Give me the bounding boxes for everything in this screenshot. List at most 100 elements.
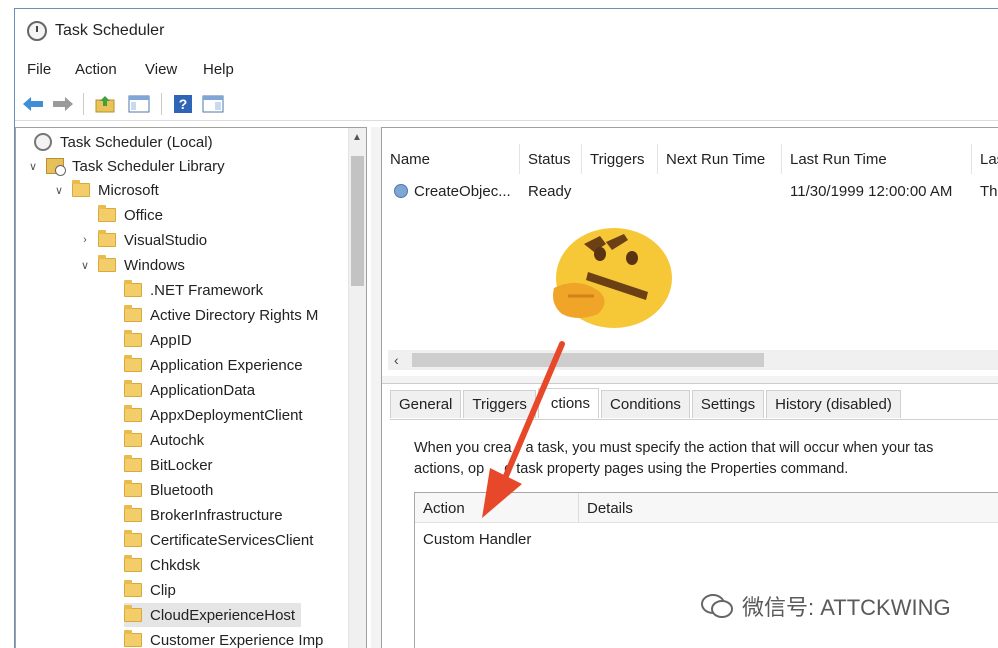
library-icon: [46, 158, 66, 176]
tree-item-visualstudio[interactable]: › VisualStudio: [78, 228, 207, 252]
tree-item-label: BitLocker: [150, 456, 213, 474]
tree-item-chkdsk[interactable]: Chkdsk: [124, 553, 200, 577]
forward-arrow-icon[interactable]: [51, 93, 75, 115]
tree-item-label: Office: [124, 206, 163, 224]
tree-item-bluetooth[interactable]: Bluetooth: [124, 478, 213, 502]
title-bar: Task Scheduler: [15, 9, 998, 55]
clock-icon: [34, 133, 52, 151]
task-last-run: 11/30/1999 12:00:00 AM: [790, 182, 953, 200]
tab-general[interactable]: General: [390, 390, 462, 418]
menu-view[interactable]: View: [145, 61, 177, 78]
tree-item-office[interactable]: Office: [78, 203, 163, 227]
chevron-right-icon[interactable]: ›: [78, 234, 92, 246]
tree-item-label: Active Directory Rights M: [150, 306, 319, 324]
tree-item-task-scheduler-library[interactable]: ∨ Task Scheduler Library: [26, 154, 225, 178]
scroll-up-icon[interactable]: ▲: [352, 132, 362, 143]
column-details[interactable]: Details: [579, 493, 998, 523]
tab-settings[interactable]: Settings: [691, 390, 765, 418]
tree-item-label: CloudExperienceHost: [150, 606, 296, 624]
task-name: CreateObjec...: [414, 182, 511, 200]
tree-item-clip[interactable]: Clip: [124, 578, 176, 602]
chevron-down-icon[interactable]: ∨: [78, 259, 92, 272]
tree-item-appid[interactable]: AppID: [124, 328, 192, 352]
task-icon: [394, 184, 408, 198]
scrollbar-thumb[interactable]: [351, 156, 364, 286]
folder-icon: [124, 630, 142, 647]
tree-item-microsoft[interactable]: ∨ Microsoft: [52, 178, 159, 202]
tree-item-label: Task Scheduler Library: [72, 157, 225, 175]
folder-icon: [124, 430, 142, 447]
tree-item-net-framework[interactable]: .NET Framework: [124, 278, 263, 302]
tree-item-label: Autochk: [150, 431, 205, 449]
tree-item-label: CertificateServicesClient: [150, 531, 314, 549]
tree-item-windows[interactable]: ∨ Windows: [78, 253, 185, 277]
folder-icon: [98, 255, 116, 272]
console-tree[interactable]: Task Scheduler (Local) ∨ Task Scheduler …: [15, 127, 367, 648]
column-status[interactable]: Status: [520, 144, 582, 174]
tree-item-active-directory-rights[interactable]: Active Directory Rights M: [124, 303, 318, 327]
tree-item-label: Microsoft: [98, 181, 159, 199]
folder-icon: [124, 280, 142, 297]
folder-up-icon[interactable]: [93, 93, 117, 115]
folder-icon: [72, 180, 90, 197]
table-row[interactable]: CreateObjec... Ready 11/30/1999 12:00:00…: [382, 178, 998, 204]
tree-item-cloudexperiencehost[interactable]: CloudExperienceHost: [124, 603, 302, 627]
tree-item-task-scheduler-local[interactable]: Task Scheduler (Local): [20, 130, 213, 154]
menu-bar: File Action View Help: [15, 55, 998, 85]
menu-action[interactable]: Action: [75, 61, 117, 78]
tree-item-applicationdata[interactable]: ApplicationData: [124, 378, 255, 402]
column-name[interactable]: Name: [382, 144, 520, 174]
pane-splitter[interactable]: [371, 127, 381, 648]
clock-icon: [27, 21, 47, 41]
folder-icon: [124, 530, 142, 547]
show-hide-console-tree-icon[interactable]: [127, 93, 151, 115]
folder-icon: [124, 505, 142, 522]
tree-item-label: Bluetooth: [150, 481, 214, 499]
tree-item-appxdeploymentclient[interactable]: AppxDeploymentClient: [124, 403, 303, 427]
folder-icon: [124, 355, 142, 372]
tree-vertical-scrollbar[interactable]: ▲: [348, 128, 366, 648]
toolbar: ?: [15, 87, 998, 121]
column-next-run-time[interactable]: Next Run Time: [658, 144, 782, 174]
tree-item-label: AppxDeploymentClient: [150, 406, 303, 424]
scroll-left-icon[interactable]: ‹: [394, 352, 399, 368]
red-arrow-annotation-icon: [482, 341, 565, 518]
task-last-result: The: [980, 182, 998, 200]
detail-tabs: General Triggers ctions Conditions Setti…: [390, 388, 903, 420]
folder-icon: [124, 555, 142, 572]
watermark: 微信号: ATTCKWING: [700, 590, 951, 622]
tree-item-label: AppID: [150, 331, 192, 349]
tree-item-application-experience[interactable]: Application Experience: [124, 353, 303, 377]
folder-icon: [124, 605, 142, 622]
column-last-result[interactable]: Las: [972, 144, 998, 174]
tree-item-label: BrokerInfrastructure: [150, 506, 283, 524]
scrollbar-thumb[interactable]: [412, 353, 764, 367]
tab-history[interactable]: History (disabled): [766, 390, 901, 418]
task-status: Ready: [528, 182, 572, 200]
menu-help[interactable]: Help: [203, 61, 234, 78]
watermark-text: 微信号: ATTCKWING: [742, 595, 951, 620]
folder-icon: [98, 230, 116, 247]
folder-icon: [124, 455, 142, 472]
tree-item-brokerinfrastructure[interactable]: BrokerInfrastructure: [124, 503, 283, 527]
tree-item-label: Clip: [150, 581, 176, 599]
tab-conditions[interactable]: Conditions: [601, 390, 690, 418]
tree-item-label: Customer Experience Imp: [150, 631, 324, 648]
help-icon[interactable]: ?: [171, 93, 195, 115]
tree-item-customer-experience[interactable]: Customer Experience Imp: [124, 628, 323, 648]
column-triggers[interactable]: Triggers: [582, 144, 658, 174]
back-arrow-icon[interactable]: [21, 93, 45, 115]
chevron-down-icon[interactable]: ∨: [52, 184, 66, 197]
folder-icon: [124, 305, 142, 322]
tree-item-certificateservicesclient[interactable]: CertificateServicesClient: [124, 528, 313, 552]
column-last-run-time[interactable]: Last Run Time: [782, 144, 972, 174]
chevron-down-icon[interactable]: ∨: [26, 160, 40, 173]
tree-item-autochk[interactable]: Autochk: [124, 428, 204, 452]
tree-item-label: Windows: [124, 256, 185, 274]
menu-file[interactable]: File: [27, 61, 51, 78]
show-hide-action-pane-icon[interactable]: [201, 93, 225, 115]
tree-item-bitlocker[interactable]: BitLocker: [124, 453, 213, 477]
tree-item-label: ApplicationData: [150, 381, 256, 399]
tree-item-label: .NET Framework: [150, 281, 264, 299]
folder-icon: [98, 205, 116, 222]
